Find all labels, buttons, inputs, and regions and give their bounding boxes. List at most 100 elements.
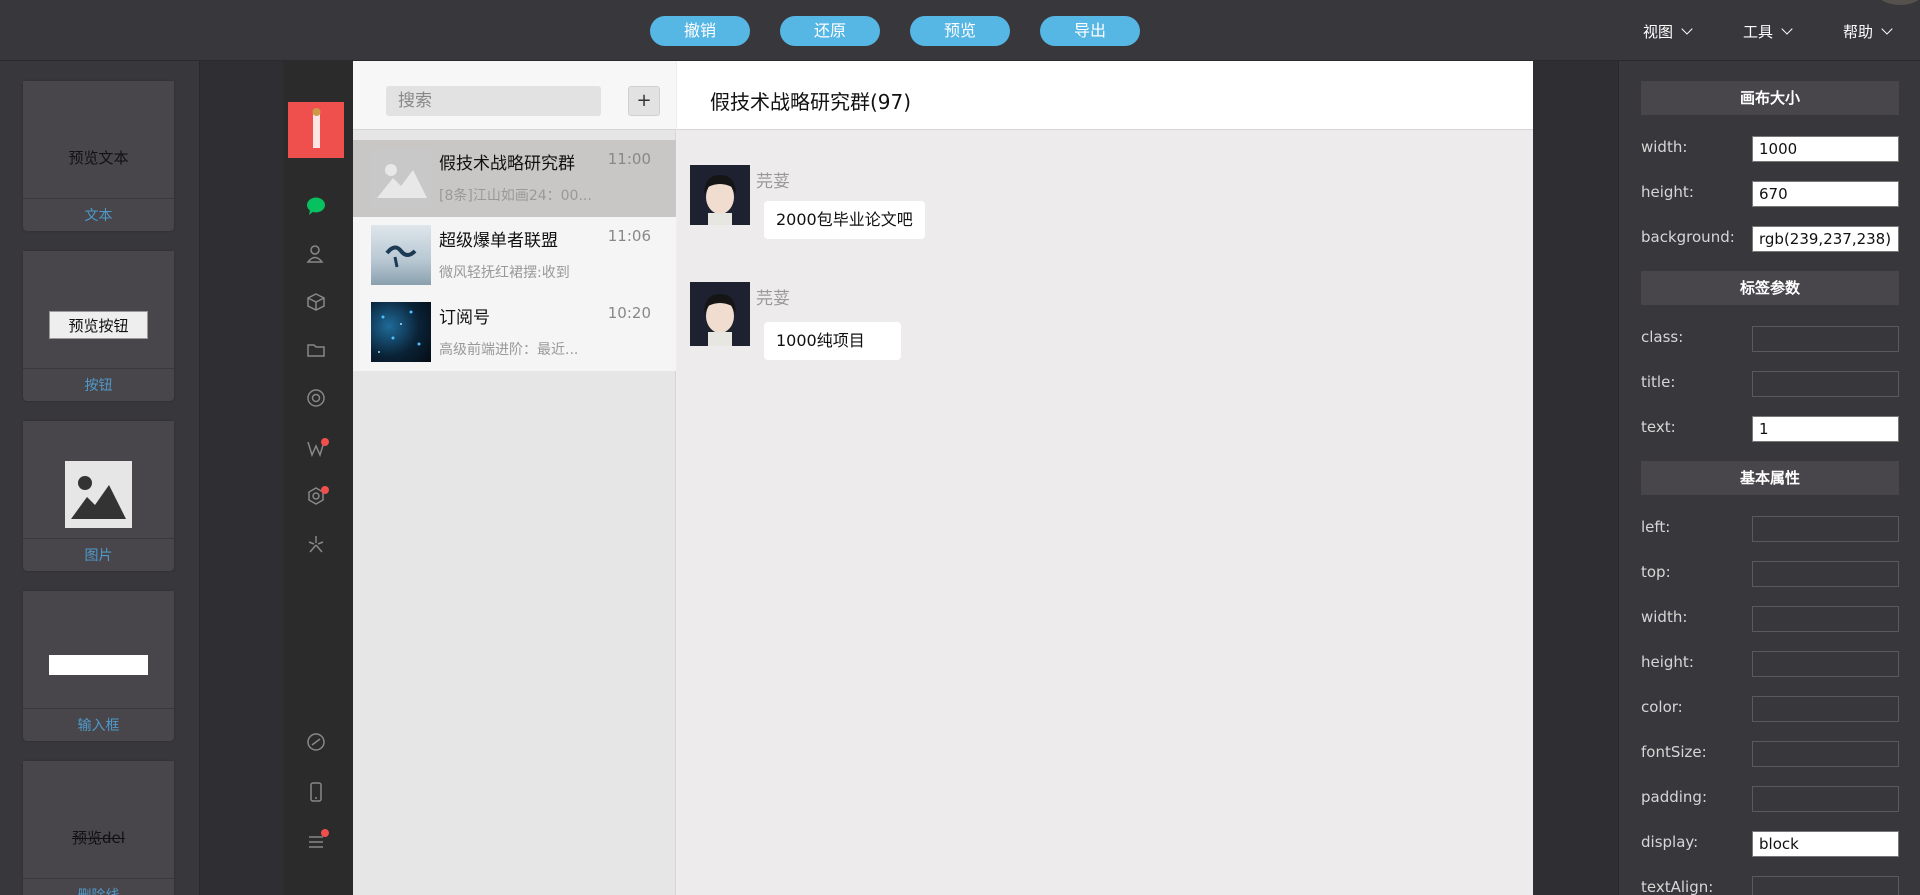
list-item[interactable]: 订阅号 10:20 高级前端进阶：最近...: [353, 294, 676, 371]
contacts-icon[interactable]: [306, 244, 326, 264]
prop-row-textalign: textAlign:: [1641, 876, 1899, 895]
preview-text: 预览文本: [68, 149, 129, 167]
prop-label: top:: [1641, 563, 1671, 581]
view-menu[interactable]: 视图: [1643, 21, 1693, 42]
export-button[interactable]: 导出: [1040, 16, 1140, 46]
component-preview: 预览del: [23, 761, 174, 879]
fontsize-input[interactable]: [1752, 741, 1899, 767]
canvas-height-input[interactable]: [1752, 181, 1899, 207]
prop-label: title:: [1641, 373, 1676, 391]
component-label: 删除线: [23, 885, 174, 895]
prop-row-top: top:: [1641, 561, 1899, 589]
chat-icon[interactable]: [306, 196, 326, 216]
component-input[interactable]: 输入框: [23, 591, 174, 741]
message: 芫荽 1000纯项目: [690, 282, 1290, 372]
search-input[interactable]: [386, 86, 601, 116]
top-input[interactable]: [1752, 561, 1899, 587]
conversation-time: 11:00: [607, 150, 651, 168]
tag-params-heading: 标签参数: [1641, 271, 1899, 305]
component-preview: [23, 421, 174, 539]
notification-dot: [321, 829, 329, 837]
chevron-down-icon: [1881, 23, 1893, 35]
component-button[interactable]: 预览按钮 按钮: [23, 251, 174, 401]
group-avatar: [371, 148, 431, 208]
preview-button[interactable]: 预览: [910, 16, 1010, 46]
prop-row-width: width:: [1641, 136, 1899, 164]
image-placeholder-icon: [65, 461, 132, 528]
canvas-background-input[interactable]: [1752, 226, 1899, 252]
component-del[interactable]: 预览del 删除线: [23, 761, 174, 895]
textalign-input[interactable]: [1752, 876, 1899, 895]
subscription-avatar: [371, 302, 431, 362]
user-avatar[interactable]: [1870, 0, 1920, 5]
message-bubble: 1000纯项目: [764, 322, 901, 360]
canvas-width-input[interactable]: [1752, 136, 1899, 162]
prop-label: width:: [1641, 608, 1688, 626]
search-discover-icon[interactable]: [306, 534, 326, 554]
class-input[interactable]: [1752, 326, 1899, 352]
list-item[interactable]: 超级爆单者联盟 11:06 微风轻抚红裙摆:收到: [353, 217, 676, 294]
prop-label: left:: [1641, 518, 1671, 536]
wechat-avatar[interactable]: [288, 102, 344, 158]
link-icon[interactable]: [306, 732, 326, 752]
component-text[interactable]: 预览文本 文本: [23, 81, 174, 231]
prop-label: background:: [1641, 228, 1735, 246]
avatar: [690, 282, 750, 346]
add-button[interactable]: +: [628, 86, 660, 116]
chevron-down-icon: [1681, 23, 1693, 35]
prop-label: width:: [1641, 138, 1688, 156]
color-input[interactable]: [1752, 696, 1899, 722]
design-canvas[interactable]: + 假技术战略研究群 11:00 [8条]江山如画24：00... 超级爆单者联…: [283, 61, 1533, 895]
canvas-size-heading: 画布大小: [1641, 81, 1899, 115]
prop-row-left: left:: [1641, 516, 1899, 544]
list-item[interactable]: 假技术战略研究群 11:00 [8条]江山如画24：00...: [353, 140, 676, 217]
prop-row-text: text:: [1641, 416, 1899, 444]
basic-props-heading: 基本属性: [1641, 461, 1899, 495]
prop-row-title: title:: [1641, 371, 1899, 399]
search-bar: +: [353, 61, 676, 130]
prop-row-class: class:: [1641, 326, 1899, 354]
preview-button-sample: 预览按钮: [49, 311, 148, 339]
preview-input-sample: [49, 655, 148, 675]
prop-label: padding:: [1641, 788, 1708, 806]
text-input[interactable]: [1752, 416, 1899, 442]
left-input[interactable]: [1752, 516, 1899, 542]
message: 芫荽 2000包毕业论文吧: [690, 165, 1290, 255]
conversation-items: 假技术战略研究群 11:00 [8条]江山如画24：00... 超级爆单者联盟 …: [353, 140, 676, 371]
padding-input[interactable]: [1752, 786, 1899, 812]
conversation-time: 10:20: [607, 304, 651, 322]
component-preview: [23, 591, 174, 709]
title-input[interactable]: [1752, 371, 1899, 397]
sender-name: 芫荽: [756, 172, 790, 192]
restore-button[interactable]: 还原: [780, 16, 880, 46]
preview-del-text: 预览del: [72, 829, 125, 847]
conversation-preview: 微风轻抚红裙摆:收到: [439, 265, 570, 281]
conversation-name: 假技术战略研究群: [439, 154, 575, 174]
cube-icon[interactable]: [306, 292, 326, 312]
prop-label: display:: [1641, 833, 1699, 851]
prop-row-background: background:: [1641, 226, 1899, 254]
undo-button[interactable]: 撤销: [650, 16, 750, 46]
component-image[interactable]: 图片: [23, 421, 174, 571]
wechat-sidebar: [283, 61, 353, 895]
chat-header: 假技术战略研究群(97): [677, 61, 1533, 130]
tools-menu-label: 工具: [1743, 23, 1774, 41]
help-menu[interactable]: 帮助: [1843, 21, 1893, 42]
height-input[interactable]: [1752, 651, 1899, 677]
display-input[interactable]: [1752, 831, 1899, 857]
conversation-time: 11:06: [607, 227, 651, 245]
view-menu-label: 视图: [1643, 23, 1674, 41]
prop-row-display: display:: [1641, 831, 1899, 859]
width-input[interactable]: [1752, 606, 1899, 632]
conversation-preview: [8条]江山如画24：00...: [439, 188, 592, 204]
component-panel: 预览文本 文本 预览按钮 按钮 图片 输入框 预览del 删除线: [0, 61, 200, 895]
prop-label: textAlign:: [1641, 878, 1714, 895]
component-label: 按钮: [84, 378, 113, 394]
folder-icon[interactable]: [306, 340, 326, 360]
moments-icon[interactable]: [306, 388, 326, 408]
avatar: [690, 165, 750, 225]
tools-menu[interactable]: 工具: [1743, 21, 1793, 42]
phone-icon[interactable]: [306, 782, 326, 802]
sender-name: 芫荽: [756, 289, 790, 309]
notification-dot: [321, 486, 329, 494]
